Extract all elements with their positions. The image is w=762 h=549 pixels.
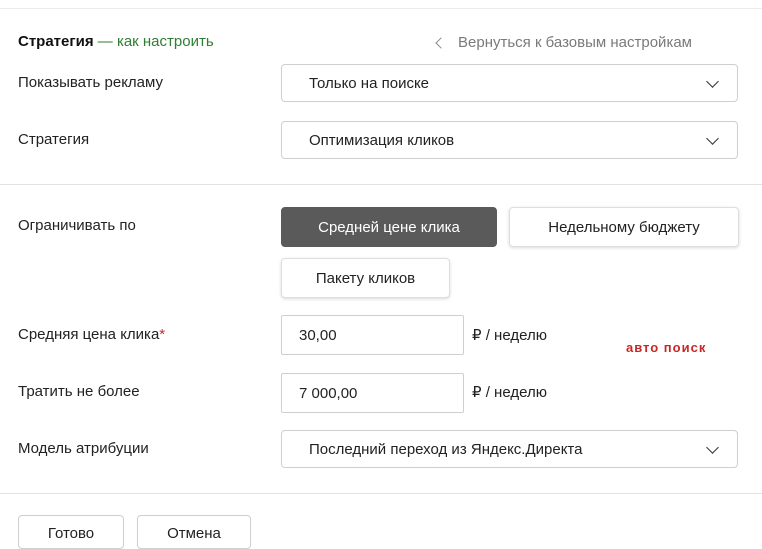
show-ads-value: Только на поиске	[309, 74, 430, 92]
strategy-select[interactable]: Оптимизация кликов	[281, 121, 738, 159]
required-mark: *	[159, 326, 166, 343]
strategy-label: Стратегия	[18, 131, 90, 148]
strategy-heading: Стратегия	[18, 33, 94, 50]
back-link-label: Вернуться к базовым настройкам	[458, 34, 692, 51]
show-ads-label: Показывать рекламу	[18, 74, 164, 91]
chevron-down-icon	[706, 441, 719, 454]
avg-cpc-label-text: Средняя цена клика	[18, 326, 160, 343]
done-button[interactable]: Готово	[18, 515, 124, 549]
avg-cpc-unit: ₽ / неделю	[472, 327, 547, 344]
chevron-down-icon	[706, 75, 719, 88]
limit-by-label: Ограничивать по	[18, 217, 136, 234]
attribution-label: Модель атрибуции	[18, 440, 149, 457]
show-ads-select[interactable]: Только на поиске	[281, 64, 738, 102]
limit-click-package-button[interactable]: Пакету кликов	[281, 258, 450, 298]
limit-avg-cpc-button[interactable]: Средней цене клика	[281, 207, 497, 247]
top-divider	[0, 8, 762, 9]
back-to-basic-settings-link[interactable]: Вернуться к базовым настройкам	[435, 34, 692, 51]
avg-cpc-label: Средняя цена клика*	[18, 326, 165, 343]
limit-weekly-budget-button[interactable]: Недельному бюджету	[509, 207, 739, 247]
chevron-left-icon	[435, 36, 447, 49]
spend-limit-label: Тратить не более	[18, 383, 140, 400]
avg-cpc-input[interactable]: 30,00	[281, 315, 464, 355]
title-dash: —	[93, 33, 117, 50]
chevron-down-icon	[706, 132, 719, 145]
attribution-select[interactable]: Последний переход из Яндекс.Директа	[281, 430, 738, 468]
how-to-setup-link[interactable]: как настроить	[117, 33, 214, 50]
footer-divider	[0, 493, 762, 494]
auto-search-annotation: авто поиск	[626, 340, 707, 355]
spend-limit-unit: ₽ / неделю	[472, 384, 547, 401]
spend-limit-input[interactable]: 7 000,00	[281, 373, 464, 413]
section-divider	[0, 184, 762, 185]
strategy-value: Оптимизация кликов	[309, 131, 455, 149]
cancel-button[interactable]: Отмена	[137, 515, 251, 549]
attribution-value: Последний переход из Яндекс.Директа	[309, 440, 583, 458]
section-title: Стратегия — как настроить	[18, 33, 214, 50]
